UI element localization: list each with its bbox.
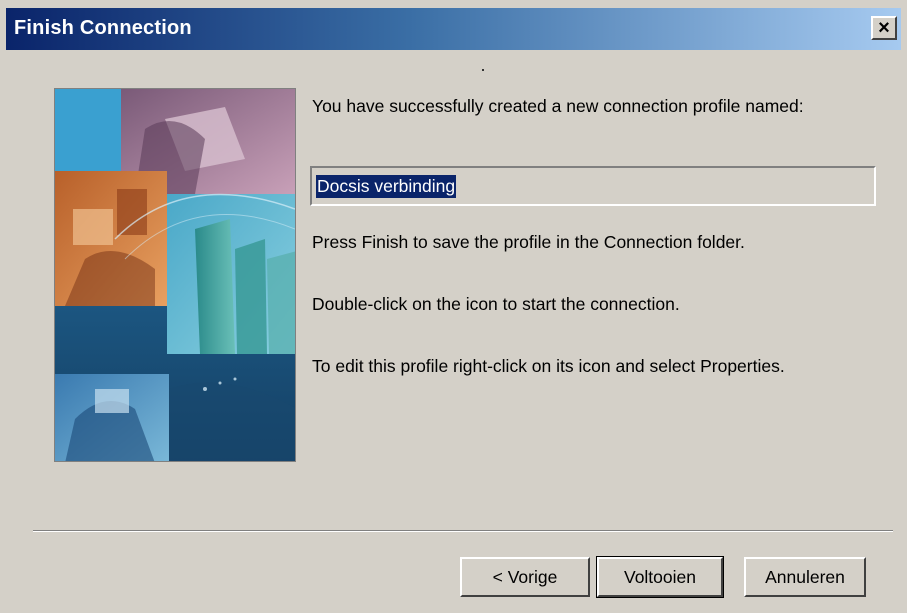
profile-name-field[interactable]: Docsis verbinding xyxy=(310,166,876,206)
finish-button[interactable]: Voltooien xyxy=(596,556,724,598)
profile-name-value[interactable]: Docsis verbinding xyxy=(316,174,457,198)
illustration-sky-panel xyxy=(55,89,121,171)
edit-instruction: To edit this profile right-click on its … xyxy=(312,356,785,376)
title-bar[interactable]: Finish Connection × xyxy=(6,8,901,50)
back-button[interactable]: < Vorige xyxy=(460,557,590,597)
button-separator xyxy=(33,530,893,532)
window-title: Finish Connection xyxy=(14,17,192,39)
doubleclick-instruction: Double-click on the icon to start the co… xyxy=(312,294,680,314)
stray-dot xyxy=(482,69,484,71)
cancel-button[interactable]: Annuleren xyxy=(744,557,866,597)
close-button[interactable]: × xyxy=(871,16,897,40)
finish-instruction: Press Finish to save the profile in the … xyxy=(312,232,745,252)
illustration-building xyxy=(195,219,235,354)
wizard-illustration xyxy=(54,88,296,462)
finish-connection-dialog: Finish Connection × You have successfull… xyxy=(0,0,907,613)
close-icon: × xyxy=(878,17,890,39)
intro-text: You have successfully created a new conn… xyxy=(312,96,804,116)
